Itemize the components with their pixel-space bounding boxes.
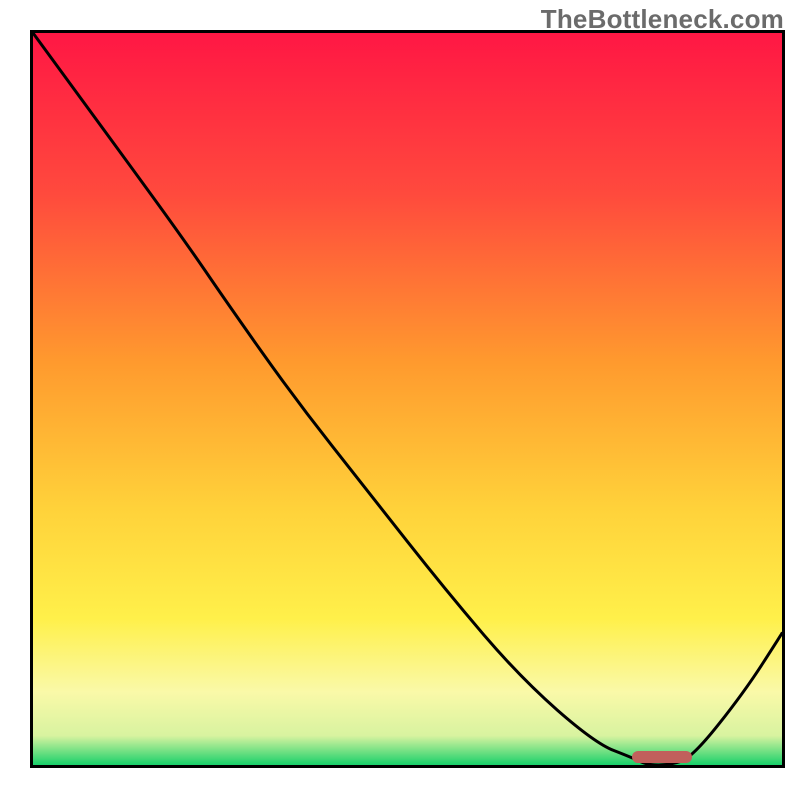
bottleneck-chart-svg	[33, 33, 782, 765]
chart-stage: TheBottleneck.com	[0, 0, 800, 800]
optimal-zone-marker	[632, 751, 692, 763]
gradient-background	[33, 33, 782, 765]
plot-frame	[30, 30, 785, 768]
